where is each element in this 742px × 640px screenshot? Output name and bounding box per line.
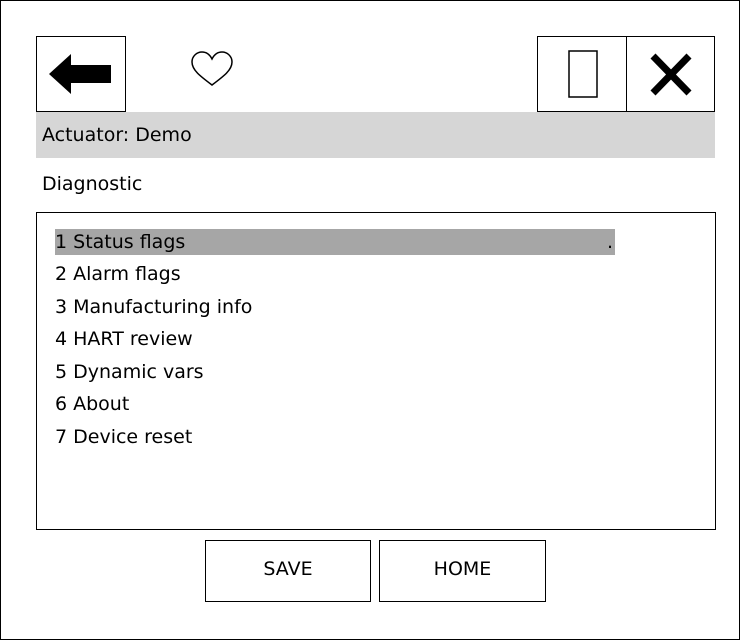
menu-item-alarm-flags[interactable]: 2 Alarm flags <box>55 261 181 287</box>
close-x-icon <box>650 53 692 96</box>
window-button[interactable] <box>537 36 627 112</box>
window-restore-icon <box>568 50 598 98</box>
menu-list: 1 Status flags . 2 Alarm flags 3 Manufac… <box>36 212 716 530</box>
menu-item-about[interactable]: 6 About <box>55 391 129 417</box>
close-button[interactable] <box>626 36 715 112</box>
heart-outline-icon[interactable] <box>190 51 234 89</box>
selection-marker: . <box>606 231 613 253</box>
menu-item-manufacturing-info[interactable]: 3 Manufacturing info <box>55 294 252 320</box>
menu-item-device-reset[interactable]: 7 Device reset <box>55 424 192 450</box>
menu-item-label: 1 Status flags <box>55 231 186 253</box>
left-arrow-icon <box>49 54 111 94</box>
menu-item-status-flags[interactable]: 1 Status flags . <box>55 229 615 255</box>
back-button[interactable] <box>36 36 126 112</box>
actuator-title: Actuator: Demo <box>42 124 192 146</box>
home-button[interactable]: HOME <box>379 540 546 602</box>
menu-item-hart-review[interactable]: 4 HART review <box>55 326 193 352</box>
save-button[interactable]: SAVE <box>205 540 371 602</box>
section-title: Diagnostic <box>42 173 143 195</box>
menu-item-dynamic-vars[interactable]: 5 Dynamic vars <box>55 359 204 385</box>
title-bar: Actuator: Demo <box>36 112 715 158</box>
